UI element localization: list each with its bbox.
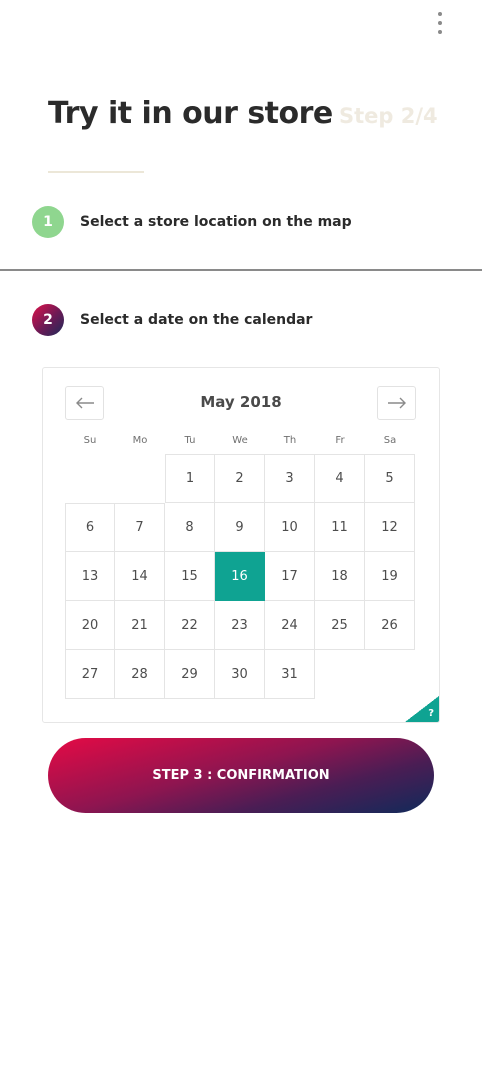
calendar-empty-cell bbox=[115, 454, 165, 503]
calendar-day[interactable]: 14 bbox=[115, 552, 165, 601]
calendar-day[interactable]: 23 bbox=[215, 601, 265, 650]
calendar-day[interactable]: 26 bbox=[365, 601, 415, 650]
calendar-day[interactable]: 3 bbox=[265, 454, 315, 503]
section-divider bbox=[0, 269, 482, 271]
arrow-right-icon bbox=[387, 397, 406, 409]
calendar-day[interactable]: 1 bbox=[165, 454, 215, 503]
next-month-button[interactable] bbox=[377, 386, 416, 420]
calendar-day[interactable]: 18 bbox=[315, 552, 365, 601]
help-icon: ? bbox=[428, 708, 434, 719]
title-underline bbox=[48, 171, 144, 173]
calendar-day[interactable]: 2 bbox=[215, 454, 265, 503]
more-options-icon[interactable] bbox=[432, 12, 448, 34]
step-1-row[interactable]: 1 Select a store location on the map bbox=[32, 206, 352, 238]
step-indicator: Step 2/4 bbox=[339, 104, 438, 128]
weekday-label: We bbox=[232, 435, 248, 446]
calendar-day[interactable]: 19 bbox=[365, 552, 415, 601]
calendar-day[interactable]: 17 bbox=[265, 552, 315, 601]
calendar-day[interactable]: 20 bbox=[65, 601, 115, 650]
calendar: May 2018 Su Mo Tu We Th Fr Sa 1 2 3 4 5 6 7 8 9 10 11 12 1… bbox=[42, 367, 440, 723]
calendar-day[interactable]: 22 bbox=[165, 601, 215, 650]
calendar-day[interactable]: 12 bbox=[365, 503, 415, 552]
calendar-grid: 1 2 3 4 5 6 7 8 9 10 11 12 13 14 15 16 17 18 19 20 21 22 23 24 2… bbox=[65, 454, 415, 699]
calendar-day[interactable]: 25 bbox=[315, 601, 365, 650]
calendar-day[interactable]: 27 bbox=[65, 650, 115, 699]
weekday-label: Tu bbox=[184, 435, 196, 446]
calendar-day[interactable]: 6 bbox=[65, 503, 115, 552]
weekday-label: Sa bbox=[383, 435, 397, 446]
calendar-day[interactable]: 11 bbox=[315, 503, 365, 552]
page-title: Try it in our store bbox=[48, 96, 333, 131]
weekday-label: Fr bbox=[335, 435, 345, 446]
calendar-day[interactable]: 31 bbox=[265, 650, 315, 699]
step-2-badge: 2 bbox=[32, 304, 64, 336]
calendar-day[interactable]: 15 bbox=[165, 552, 215, 601]
calendar-day[interactable]: 13 bbox=[65, 552, 115, 601]
weekday-label: Th bbox=[283, 435, 297, 446]
step-1-badge: 1 bbox=[32, 206, 64, 238]
calendar-day-selected[interactable]: 16 bbox=[215, 552, 265, 601]
calendar-day[interactable]: 29 bbox=[165, 650, 215, 699]
weekday-header: Su Mo Tu We Th Fr Sa bbox=[65, 435, 415, 446]
calendar-day[interactable]: 21 bbox=[115, 601, 165, 650]
calendar-day[interactable]: 8 bbox=[165, 503, 215, 552]
calendar-day[interactable]: 28 bbox=[115, 650, 165, 699]
calendar-empty-cell bbox=[65, 454, 115, 503]
help-button[interactable]: ? bbox=[405, 696, 439, 722]
calendar-day[interactable]: 4 bbox=[315, 454, 365, 503]
calendar-day[interactable]: 30 bbox=[215, 650, 265, 699]
weekday-label: Su bbox=[83, 435, 97, 446]
step-2-label: Select a date on the calendar bbox=[80, 312, 313, 328]
step-3-confirmation-button[interactable]: STEP 3 : CONFIRMATION bbox=[48, 738, 434, 813]
calendar-day[interactable]: 9 bbox=[215, 503, 265, 552]
calendar-day[interactable]: 10 bbox=[265, 503, 315, 552]
step-1-label: Select a store location on the map bbox=[80, 214, 352, 230]
calendar-day[interactable]: 5 bbox=[365, 454, 415, 503]
weekday-label: Mo bbox=[132, 435, 148, 446]
calendar-day[interactable]: 24 bbox=[265, 601, 315, 650]
calendar-day[interactable]: 7 bbox=[115, 503, 165, 552]
step-2-row[interactable]: 2 Select a date on the calendar bbox=[32, 304, 312, 336]
